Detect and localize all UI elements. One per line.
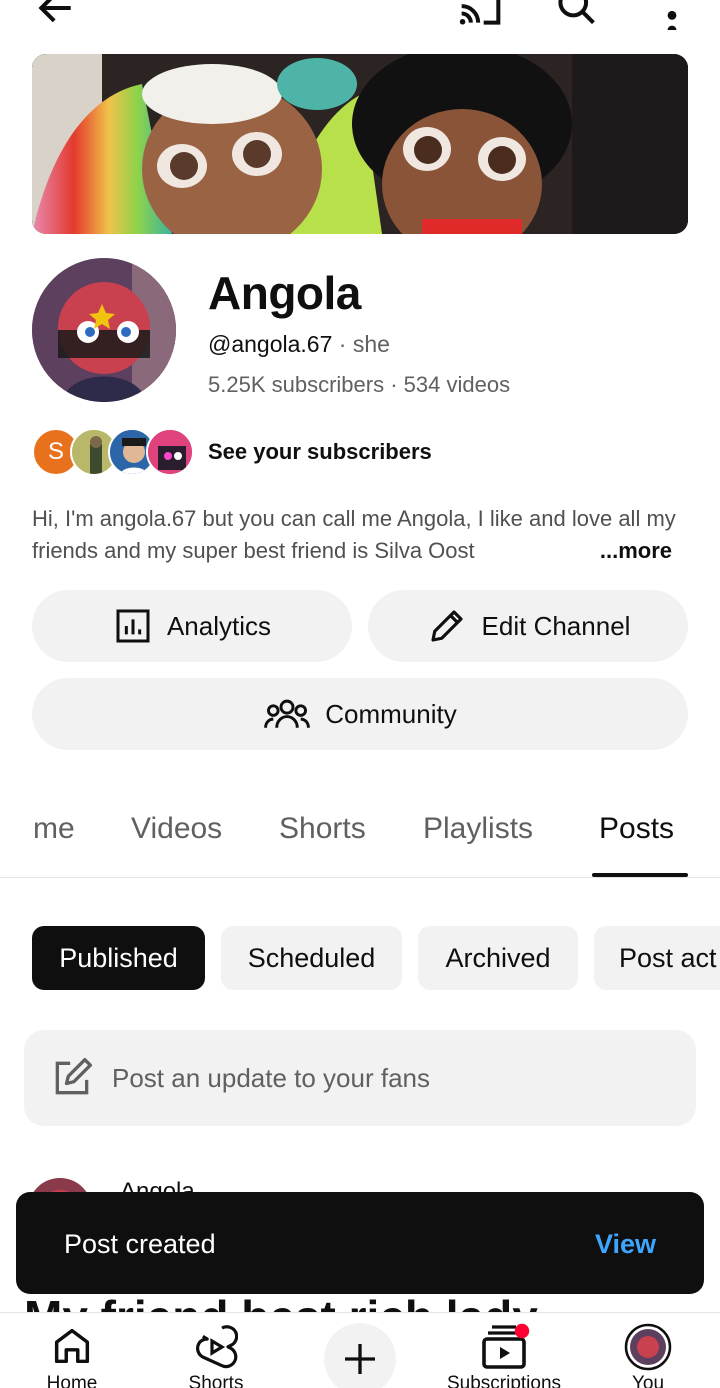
community-label: Community [325, 698, 457, 729]
search-icon[interactable] [552, 0, 600, 35]
nav-subscriptions[interactable]: Subscriptions [434, 1313, 574, 1388]
tab-videos[interactable]: Videos [131, 812, 222, 846]
arrow-left-icon[interactable] [34, 0, 78, 35]
channel-stats: 5.25K subscribers · 534 videos [208, 372, 511, 397]
edit-channel-button[interactable]: Edit Channel [368, 590, 688, 662]
video-count: 534 videos [403, 372, 511, 397]
tab-posts[interactable]: Posts [599, 812, 674, 846]
channel-handle: @angola.67 [208, 331, 333, 357]
channel-tabs: me Videos Shorts Playlists Posts [0, 790, 720, 878]
channel-handle-line: @angola.67 · she [208, 331, 390, 357]
chip-post-activity[interactable]: Post act [594, 926, 720, 990]
pencil-icon [430, 610, 463, 642]
you-avatar [624, 1323, 672, 1371]
nav-shorts[interactable]: Shorts [146, 1313, 286, 1388]
post-update-placeholder: Post an update to your fans [112, 1063, 430, 1093]
shorts-icon [196, 1325, 238, 1369]
post-update-input[interactable]: Post an update to your fans [24, 1030, 696, 1126]
see-subscribers-link[interactable]: See your subscribers [208, 439, 432, 465]
chip-scheduled[interactable]: Scheduled [221, 926, 402, 990]
subscriber-count: 5.25K subscribers [208, 372, 385, 397]
nav-shorts-label: Shorts [188, 1373, 244, 1388]
snackbar-message: Post created [64, 1229, 216, 1259]
subscriber-avatar [146, 428, 194, 476]
chip-archived[interactable]: Archived [418, 926, 578, 990]
community-button[interactable]: Community [32, 678, 688, 750]
more-vert-icon[interactable] [656, 0, 688, 35]
cast-icon[interactable] [456, 0, 504, 35]
bottom-navigation: Home Shorts Subscriptions You [0, 1312, 720, 1388]
create-button[interactable] [324, 1323, 396, 1388]
chip-published[interactable]: Published [32, 926, 205, 990]
active-tab-indicator [592, 873, 688, 877]
more-link[interactable]: ...more [565, 535, 672, 567]
channel-pronoun: she [352, 331, 390, 357]
home-icon [54, 1328, 90, 1364]
channel-avatar[interactable] [32, 258, 176, 402]
channel-banner [32, 54, 688, 234]
community-icon [264, 699, 311, 728]
tab-playlists[interactable]: Playlists [423, 812, 533, 846]
see-subscribers-row[interactable]: S See your subscribers [32, 426, 692, 478]
edit-channel-label: Edit Channel [481, 610, 631, 641]
top-app-bar [0, 0, 720, 40]
compose-icon [55, 1058, 92, 1095]
nav-subscriptions-label: Subscriptions [446, 1373, 562, 1388]
analytics-icon [116, 609, 150, 643]
subscriptions-icon [482, 1323, 530, 1369]
nav-home-label: Home [46, 1373, 98, 1388]
tab-shorts[interactable]: Shorts [279, 812, 366, 846]
tab-home[interactable]: me [33, 812, 75, 846]
analytics-label: Analytics [166, 610, 272, 641]
nav-home[interactable]: Home [2, 1313, 142, 1388]
channel-name: Angola [208, 267, 361, 319]
analytics-button[interactable]: Analytics [32, 590, 352, 662]
nav-you[interactable]: You [578, 1313, 718, 1388]
snackbar-view-button[interactable]: View [595, 1229, 656, 1260]
channel-description[interactable]: Hi, I'm angola.67 but you can call me An… [32, 503, 692, 567]
snackbar: Post created View [16, 1192, 704, 1294]
nav-you-label: You [631, 1373, 665, 1388]
plus-icon [345, 1344, 375, 1374]
